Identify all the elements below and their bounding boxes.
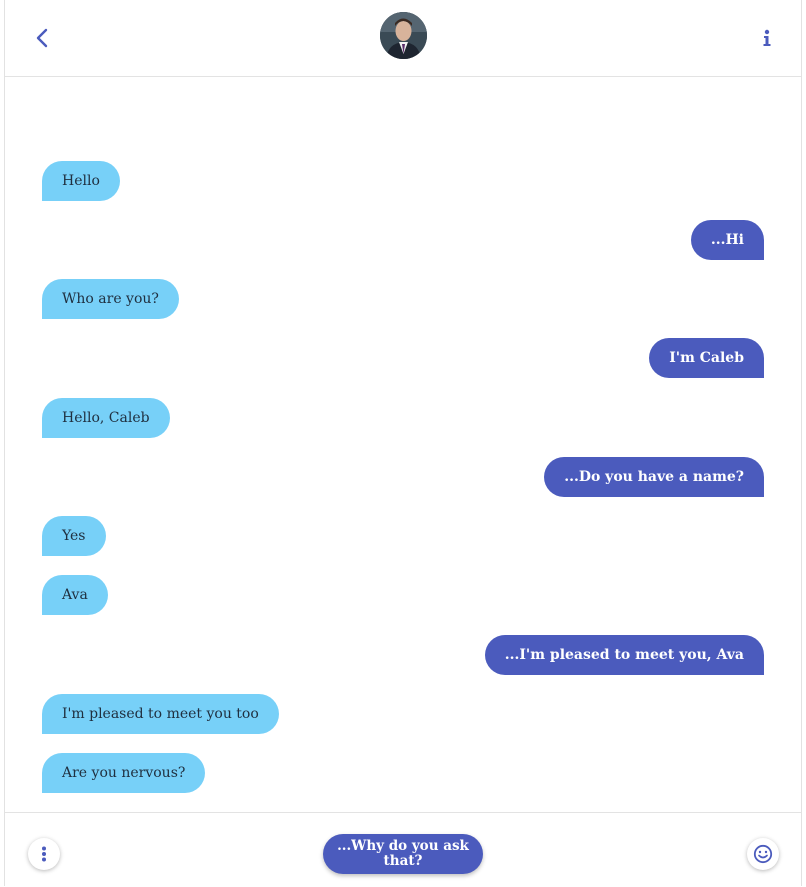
smiley-icon: [753, 844, 773, 864]
message-row: I'm pleased to meet you too: [5, 694, 801, 734]
outgoing-message-bubble: I'm Caleb: [649, 338, 764, 378]
message-row: Yes: [5, 516, 801, 556]
outgoing-message-bubble: ...I'm pleased to meet you, Ava: [484, 635, 764, 675]
chat-header: [5, 0, 801, 77]
incoming-message-bubble: Hello: [42, 161, 120, 201]
message-row: I'm Caleb: [5, 338, 801, 378]
vertical-dots-icon: [42, 846, 46, 862]
avatar[interactable]: [380, 12, 427, 59]
info-button[interactable]: [755, 24, 779, 52]
emoji-button[interactable]: [747, 838, 779, 870]
incoming-message-bubble: Are you nervous?: [42, 753, 206, 793]
chevron-left-icon: [36, 28, 48, 48]
reply-option-button[interactable]: ...Why do you ask that?: [323, 834, 483, 874]
info-icon: [763, 29, 771, 46]
message-row: Who are you?: [5, 279, 801, 319]
more-options-button[interactable]: [28, 838, 60, 870]
incoming-message-bubble: I'm pleased to meet you too: [42, 694, 279, 734]
incoming-message-bubble: Hello, Caleb: [42, 398, 170, 438]
incoming-message-bubble: Who are you?: [42, 279, 179, 319]
incoming-message-bubble: Yes: [42, 516, 106, 556]
chat-app: Hello ...Hi Who are you? I'm Caleb Hello…: [4, 0, 802, 886]
message-row: Are you nervous?: [5, 753, 801, 793]
message-row: ...Do you have a name?: [5, 457, 801, 497]
message-row: Hello, Caleb: [5, 398, 801, 438]
outgoing-message-bubble: ...Hi: [690, 220, 764, 260]
back-button[interactable]: [27, 22, 57, 54]
incoming-message-bubble: Ava: [42, 575, 108, 615]
message-row: Hello: [5, 161, 801, 201]
message-list: Hello ...Hi Who are you? I'm Caleb Hello…: [5, 77, 801, 812]
message-row: ...I'm pleased to meet you, Ava: [5, 635, 801, 675]
message-row: ...Hi: [5, 220, 801, 260]
profile-photo: [380, 12, 427, 59]
outgoing-message-bubble: ...Do you have a name?: [544, 457, 764, 497]
chat-footer: ...Why do you ask that?: [5, 812, 801, 887]
message-row: Ava: [5, 575, 801, 615]
